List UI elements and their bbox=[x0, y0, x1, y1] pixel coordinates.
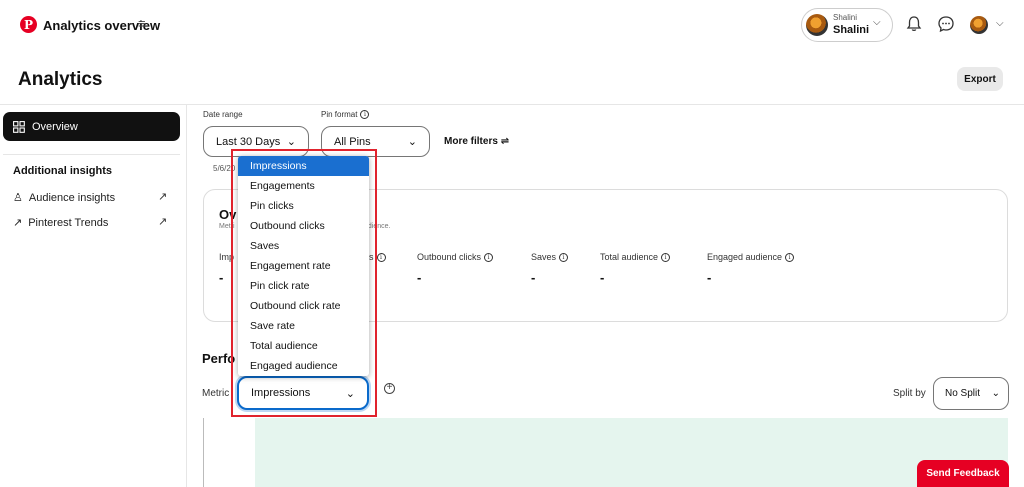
annotation-highlight-box bbox=[231, 149, 377, 417]
sidebar-item-pinterest-trends[interactable]: ↗ Pinterest Trends bbox=[13, 216, 109, 230]
sidebar-divider bbox=[186, 104, 187, 487]
metric-value: - bbox=[417, 270, 422, 285]
external-link-icon[interactable]: ↗ bbox=[158, 190, 167, 203]
metric-value: - bbox=[531, 270, 536, 285]
filter-sliders-icon: ⇌ bbox=[500, 136, 510, 147]
account-small-label: Shalini bbox=[833, 13, 858, 22]
chevron-down-icon[interactable]: ⌵ bbox=[873, 17, 881, 28]
metric-value: - bbox=[219, 270, 224, 285]
avatar bbox=[806, 14, 828, 36]
messages-icon[interactable] bbox=[937, 15, 955, 33]
chart-area bbox=[255, 418, 1008, 487]
sidebar-item-audience-insights[interactable]: ♙ Audience insights bbox=[13, 191, 116, 205]
bell-icon[interactable] bbox=[905, 15, 923, 33]
info-icon[interactable]: i bbox=[785, 252, 795, 262]
info-icon[interactable]: i bbox=[661, 252, 671, 262]
send-feedback-button[interactable]: Send Feedback bbox=[917, 460, 1009, 487]
metric-label-text: Outbound clicks bbox=[417, 252, 482, 262]
chevron-down-icon[interactable]: ⌵ bbox=[996, 18, 1004, 29]
metric-label: Outbound clicks i bbox=[417, 252, 494, 262]
split-by-label: Split by bbox=[893, 388, 926, 399]
pin-format-label: Pin format bbox=[321, 110, 358, 119]
chevron-down-icon: ⌄ bbox=[407, 136, 417, 148]
chart-axis bbox=[203, 418, 204, 487]
metric-label: Saves i bbox=[531, 252, 569, 262]
menu-icon[interactable]: ≡ bbox=[138, 16, 146, 31]
metric-value: - bbox=[600, 270, 605, 285]
metric-label-text: Total audience bbox=[600, 252, 659, 262]
metric-label-text: Saves bbox=[531, 252, 557, 262]
sidebar-item-label: Pinterest Trends bbox=[28, 216, 109, 229]
add-metric-icon[interactable]: + bbox=[384, 383, 395, 394]
page-title: Analytics bbox=[18, 69, 103, 90]
additional-insights-heading: Additional insights bbox=[13, 165, 112, 177]
info-icon[interactable]: i bbox=[484, 252, 494, 262]
sidebar-separator bbox=[3, 154, 180, 155]
metric-label-text: Engaged audience bbox=[707, 252, 783, 262]
metric-label: Engaged audience i bbox=[707, 252, 795, 262]
split-by-value: No Split bbox=[945, 388, 981, 399]
info-icon[interactable]: i bbox=[559, 252, 569, 262]
pin-format-value: All Pins bbox=[334, 135, 371, 148]
sidebar-item-overview[interactable]: Overview bbox=[3, 112, 180, 141]
chevron-down-icon: ⌄ bbox=[286, 136, 296, 148]
info-icon[interactable]: i bbox=[360, 110, 370, 119]
account-name: Shalini bbox=[833, 24, 870, 36]
pin-format-label-row: Pin format i bbox=[321, 110, 370, 119]
date-range-label: Date range bbox=[203, 110, 243, 119]
date-range-value: Last 30 Days bbox=[216, 135, 281, 148]
sidebar-item-label: Audience insights bbox=[28, 191, 116, 204]
split-by-select[interactable]: No Split ⌄ bbox=[933, 377, 1009, 410]
pinterest-logo-icon[interactable]: P bbox=[20, 16, 37, 33]
more-filters-button[interactable]: More filters ⇌ bbox=[444, 136, 509, 147]
header-divider bbox=[0, 104, 1024, 105]
info-icon[interactable]: i bbox=[376, 252, 386, 262]
metric-label: Metric bbox=[202, 388, 230, 399]
export-button[interactable]: Export bbox=[957, 67, 1003, 91]
sidebar-item-label: Overview bbox=[32, 120, 78, 133]
chevron-down-icon: ⌄ bbox=[991, 388, 1000, 399]
more-filters-label: More filters bbox=[444, 136, 498, 147]
metric-label: Total audience i bbox=[600, 252, 671, 262]
external-link-icon[interactable]: ↗ bbox=[158, 215, 167, 228]
profile-avatar[interactable] bbox=[970, 16, 988, 34]
metric-value: - bbox=[707, 270, 712, 285]
trend-icon: ↗ bbox=[13, 217, 23, 229]
person-icon: ♙ bbox=[13, 192, 23, 204]
grid-icon bbox=[13, 120, 25, 133]
